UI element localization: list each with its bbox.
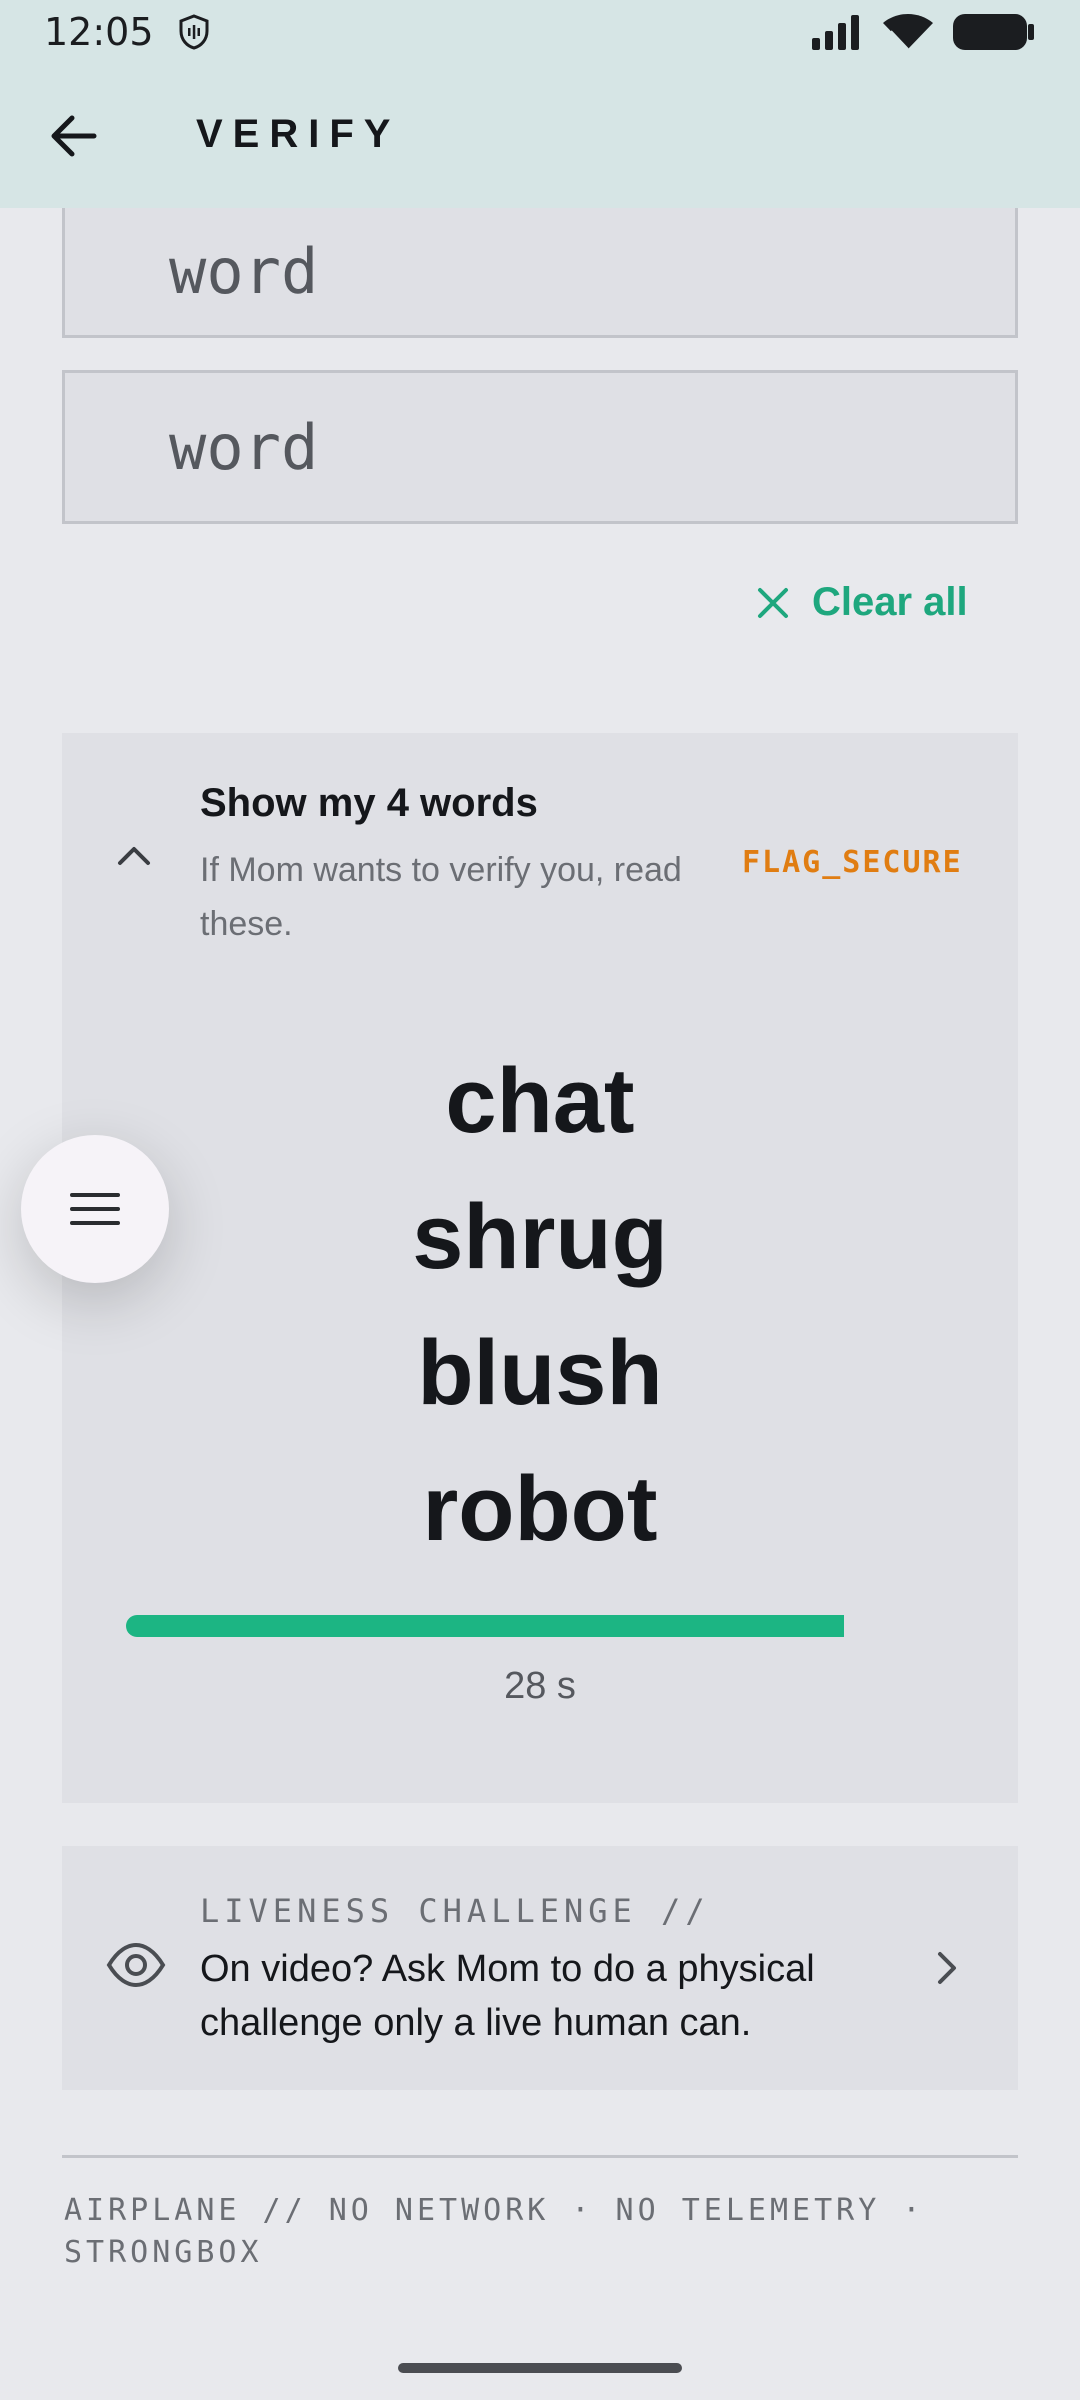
hamburger-icon [70,1193,120,1225]
word-4: robot [422,1458,658,1560]
timer-progress-fill [126,1615,844,1637]
back-button[interactable] [46,108,102,164]
word-field-placeholder: word [169,235,319,308]
word-field-4[interactable]: word [62,370,1018,524]
shield-icon [179,14,209,50]
liveness-kicker: LIVENESS CHALLENGE // [200,1892,710,1930]
word-2: shrug [412,1186,668,1288]
flag-secure-badge: FLAG_SECURE [742,845,963,880]
battery-icon [953,14,1034,50]
word-3: blush [417,1322,663,1424]
word-1: chat [445,1050,635,1152]
chevron-right-icon [938,1952,956,1984]
status-icons [810,12,1036,52]
footer-status: AIRPLANE // NO NETWORK · NO TELEMETRY · … [64,2193,925,2270]
eye-icon [106,1942,166,1988]
word-field-3[interactable]: word [62,208,1018,338]
word-field-placeholder: word [169,410,319,484]
timer-label: 28 s [504,1665,576,1707]
liveness-text: On video? Ask Mom to do a physical chall… [200,1948,815,2044]
show-words-card: Show my 4 words If Mom wants to verify y… [62,733,1018,1803]
status-time: 12:05 [44,10,154,54]
wifi-icon [883,14,933,50]
clear-all-button[interactable]: Clear all [756,580,968,625]
footer-divider [62,2155,1018,2158]
timer-progress-bar [126,1615,898,1637]
close-icon [758,587,788,618]
chevron-up-icon [118,847,150,865]
show-words-toggle[interactable]: Show my 4 words If Mom wants to verify y… [62,733,1018,963]
page-title: VERIFY [196,112,401,156]
show-words-heading: Show my 4 words [200,781,538,825]
word-list: chat shrug blush robot [62,1033,1018,1577]
clear-all-label: Clear all [812,580,968,624]
show-words-subtitle: If Mom wants to verify you, read these. [200,851,682,943]
menu-fab[interactable] [21,1135,169,1283]
liveness-challenge-card[interactable]: LIVENESS CHALLENGE // On video? Ask Mom … [62,1846,1018,2090]
app-bar: VERIFY [0,64,1080,208]
arrow-left-icon [51,115,97,157]
home-indicator[interactable] [398,2363,682,2373]
signal-icon [812,15,859,50]
status-bar: 12:05 [0,0,1080,64]
